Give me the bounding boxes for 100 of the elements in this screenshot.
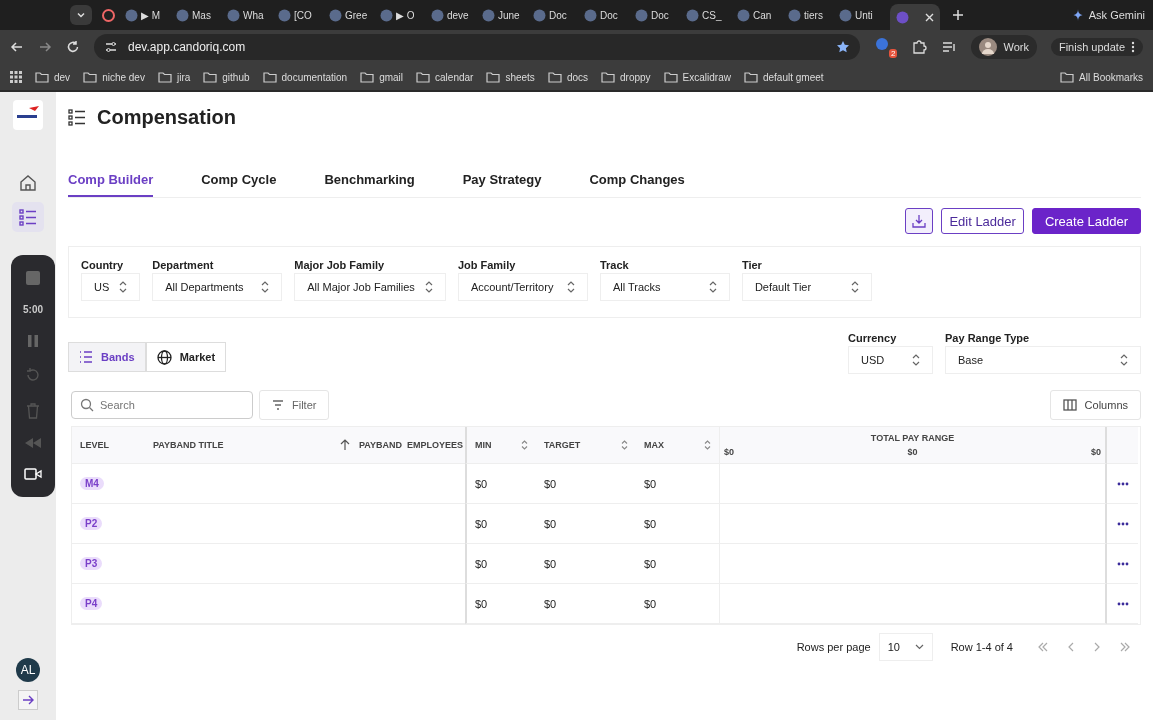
chevron-updown-icon — [912, 354, 920, 366]
view-toggle-button[interactable]: Market — [145, 342, 227, 372]
column-header[interactable]: TARGET — [544, 440, 581, 450]
bookmark[interactable]: documentation — [262, 71, 348, 83]
new-tab-icon[interactable] — [952, 9, 964, 21]
chevron-down-icon — [76, 10, 86, 20]
bookmark[interactable]: jira — [157, 71, 191, 83]
select-field[interactable]: All Departments — [152, 273, 283, 301]
browser-tab[interactable]: Can — [737, 3, 786, 27]
bookmark[interactable]: niche dev — [83, 71, 145, 83]
select-field[interactable]: All Major Job Families — [294, 273, 446, 301]
column-header[interactable]: MAX — [644, 440, 664, 450]
site-settings-icon[interactable] — [104, 40, 118, 54]
address-field[interactable]: dev.app.candoriq.com — [94, 34, 861, 60]
all-bookmarks-button[interactable]: All Bookmarks — [1060, 71, 1143, 83]
rows-per-page-select[interactable]: 10 — [878, 633, 933, 661]
browser-tab[interactable]: deve — [431, 3, 480, 27]
reload-icon[interactable] — [66, 40, 80, 54]
table-cell: $0 — [544, 557, 557, 570]
select-field[interactable]: Account/Territory — [457, 273, 588, 301]
pause-icon[interactable] — [27, 334, 39, 349]
camera-icon[interactable] — [24, 467, 42, 482]
browser-tab[interactable]: Mas — [176, 3, 225, 27]
select-field[interactable]: Default Tier — [741, 273, 872, 301]
bookmark[interactable]: droppy — [601, 71, 651, 83]
tab[interactable]: Pay Strategy — [462, 168, 542, 197]
folder-icon — [203, 71, 218, 83]
more-icon[interactable] — [1116, 601, 1129, 606]
page-title: Compensation — [97, 105, 236, 129]
bookmark[interactable]: default gmeet — [743, 71, 824, 83]
browser-tab[interactable]: Gree — [329, 3, 378, 27]
pay-range-type-select[interactable]: Base — [945, 346, 1141, 374]
bookmark[interactable]: sheets — [486, 71, 535, 83]
bookmark[interactable]: gmail — [360, 71, 404, 83]
browser-tab[interactable]: ▶ M — [125, 3, 174, 27]
column-header[interactable]: MIN — [475, 440, 492, 450]
edit-button[interactable]: Edit Ladder — [941, 208, 1024, 234]
folder-icon — [416, 71, 431, 83]
company-logo[interactable] — [13, 100, 43, 130]
puzzle-icon[interactable] — [911, 39, 928, 55]
home-icon[interactable] — [19, 174, 37, 192]
select-field[interactable]: All Tracks — [599, 273, 730, 301]
select-field[interactable]: US — [81, 273, 141, 301]
browser-tab[interactable]: CS_ — [686, 3, 735, 27]
user-avatar[interactable]: AL — [16, 658, 40, 682]
more-icon[interactable] — [1116, 481, 1129, 486]
tab-search-button[interactable] — [70, 5, 92, 25]
ask-gemini-button[interactable]: Ask Gemini — [1071, 9, 1145, 21]
bookmark[interactable]: calendar — [416, 71, 474, 83]
browser-tab[interactable]: tiers — [788, 3, 837, 27]
back-icon[interactable] — [10, 40, 24, 54]
currency-select[interactable]: USD — [848, 346, 933, 374]
more-icon[interactable] — [1116, 521, 1129, 526]
tab[interactable]: Benchmarking — [324, 168, 415, 197]
bookmark[interactable]: github — [203, 71, 250, 83]
star-icon[interactable] — [836, 40, 851, 54]
sort-icon[interactable] — [704, 440, 711, 450]
columns-button[interactable]: Columns — [1049, 390, 1141, 420]
media-icon[interactable] — [941, 39, 958, 55]
sort-icon[interactable] — [521, 440, 528, 450]
favicon-icon — [584, 8, 597, 22]
bookmark[interactable]: docs — [547, 71, 588, 83]
extension-icon[interactable] — [874, 36, 891, 52]
browser-tab[interactable]: Doc — [533, 3, 582, 27]
profile-button[interactable]: Work — [971, 35, 1037, 59]
tab[interactable]: Comp Changes — [589, 168, 685, 197]
search-field[interactable]: Search — [71, 391, 253, 419]
expand-sidebar-button[interactable] — [18, 690, 38, 710]
browser-tab[interactable]: ▶ O — [380, 3, 429, 27]
column-header[interactable]: PAYBAND TITLE — [153, 440, 224, 450]
close-icon[interactable] — [925, 12, 934, 22]
browser-tab[interactable]: [CO — [278, 3, 327, 27]
favicon-icon — [482, 8, 495, 22]
browser-tab[interactable]: Doc — [635, 3, 684, 27]
create-button[interactable]: Create Ladder — [1031, 208, 1141, 234]
download-button[interactable] — [905, 208, 934, 234]
browser-tab[interactable]: June — [482, 3, 531, 27]
browser-tab[interactable]: Doc — [584, 3, 633, 27]
tab[interactable]: Comp Builder — [68, 168, 154, 197]
finish-update-button[interactable]: Finish update — [1050, 38, 1143, 56]
compensation-nav-icon[interactable] — [12, 202, 44, 232]
apps-icon[interactable] — [10, 71, 22, 83]
browser-tab[interactable] — [890, 4, 940, 30]
browser-tab[interactable]: Wha — [227, 3, 276, 27]
browser-tab[interactable]: Unti — [839, 3, 888, 27]
stop-icon[interactable] — [26, 270, 40, 285]
forward-icon[interactable] — [38, 40, 52, 54]
restart-icon[interactable] — [25, 367, 41, 384]
sort-ascending-icon[interactable] — [340, 439, 350, 451]
more-icon — [1131, 41, 1135, 53]
bookmark[interactable]: dev — [35, 71, 71, 83]
favicon-icon — [788, 8, 801, 22]
tab[interactable]: Comp Cycle — [201, 168, 277, 197]
bookmark[interactable]: Excalidraw — [663, 71, 731, 83]
column-header[interactable]: LEVEL — [80, 440, 109, 450]
more-icon[interactable] — [1116, 561, 1129, 566]
notification-badge: 2 — [889, 49, 898, 58]
filter-button[interactable]: Filter — [259, 390, 330, 420]
sort-icon[interactable] — [621, 440, 628, 450]
view-toggle-button[interactable]: Bands — [68, 342, 146, 372]
